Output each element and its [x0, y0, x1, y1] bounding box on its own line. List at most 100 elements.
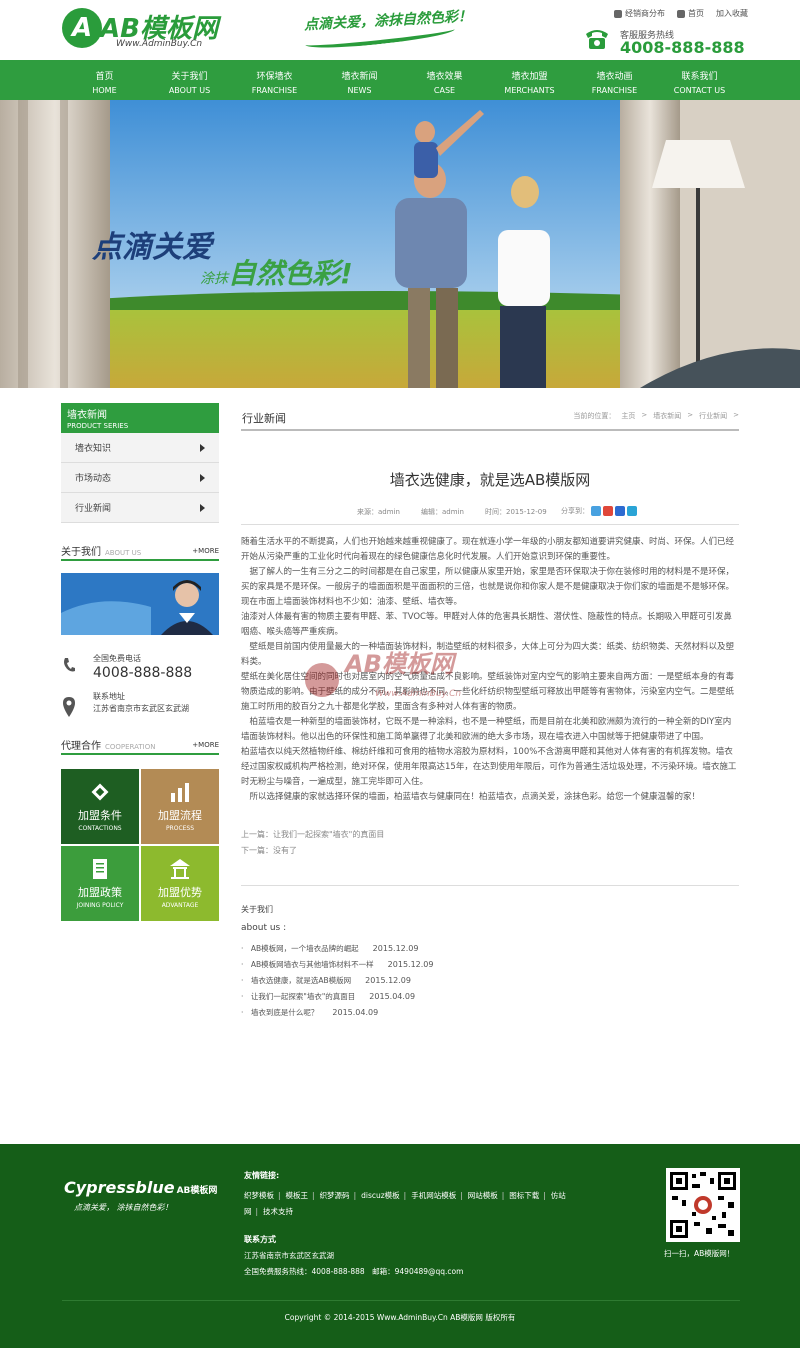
link-separator: |	[278, 1191, 281, 1200]
friend-link[interactable]: discuz模板	[361, 1191, 400, 1200]
sidebar-item-industry[interactable]: 行业新闻	[61, 493, 219, 523]
sidebar-item-label: 墙衣知识	[75, 444, 112, 454]
nav-item-franchise[interactable]: 墙衣动画 FRANCHISE	[572, 60, 657, 100]
share-tqq-icon[interactable]	[627, 506, 637, 516]
tile-label-en: ADVANTAGE	[161, 902, 199, 909]
sidebar-header: 墙衣新闻 PRODUCT SERIES	[61, 403, 219, 433]
nav-label: 联系我们	[681, 72, 718, 82]
copyright: Copyright © 2014-2015 Www.AdminBuy.Cn AB…	[284, 1313, 516, 1322]
friend-link[interactable]: 手机网站模板	[411, 1191, 456, 1200]
friend-link[interactable]: 网站模板	[468, 1191, 498, 1200]
nav-item-franchise[interactable]: 环保墙衣 FRANCHISE	[232, 60, 317, 100]
link-separator: |	[403, 1191, 407, 1200]
banner-text-big: 自然色彩!	[228, 257, 353, 290]
related-item[interactable]: · 让我们一起探索"墙衣"的真面目 2015.04.09	[241, 989, 739, 1005]
section-title: 行业新闻	[242, 412, 286, 425]
tile-label: 加盟优势	[158, 886, 202, 899]
top-link-favorite[interactable]: 加入收藏	[716, 8, 748, 19]
telephone-icon	[586, 30, 608, 49]
nav-label-en: CASE	[433, 86, 456, 95]
nav-label-en: HOME	[92, 86, 117, 95]
nav-item-about-us[interactable]: 关于我们 ABOUT US	[147, 60, 232, 100]
share-baidu-icon[interactable]	[615, 506, 625, 516]
friend-links: 织梦模板 | 模板王 | 织梦源码 | discuz模板 | 手机网站模板 | 网站模板 | 图标下载 |…	[244, 1188, 574, 1220]
footer-logo-text: Cypressblue	[64, 1178, 175, 1197]
breadcrumb-label: 当前的位置：	[573, 412, 616, 420]
tile-advantage[interactable]: 加盟优势 ADVANTAGE	[141, 846, 219, 921]
logo-url: Www.AdminBuy.Cn	[116, 39, 203, 49]
top-links: 经销商分布 首页 加入收藏	[614, 8, 748, 19]
tile-label-en: CONTACTIONS	[78, 825, 122, 832]
hotline-number: 4008-888-888	[620, 38, 745, 57]
banner-text-small: 涂抹	[200, 271, 228, 287]
friend-links-title: 友情链接:	[244, 1171, 280, 1180]
related-item-date: 2015.04.09	[369, 992, 416, 1001]
breadcrumb-home[interactable]: 主页	[621, 411, 635, 421]
nav-item-news[interactable]: 墙衣新闻 NEWS	[317, 60, 402, 100]
watermark-logo-icon	[305, 663, 339, 697]
related-item[interactable]: · AB模板网墙衣与其他墙饰材料不一样 2015.12.09	[241, 957, 739, 973]
site-footer: Cypressblue AB模板网 点滴关爱， 涂抹自然色彩！ 友情链接: 织梦模…	[0, 1144, 800, 1348]
breadcrumb-sep: >	[733, 411, 739, 419]
tile-label-en: PROCESS	[165, 825, 195, 832]
share-qzone-icon[interactable]	[591, 506, 601, 516]
nav-item-merchants[interactable]: 墙衣加盟 MERCHANTS	[487, 60, 572, 100]
friend-link[interactable]: 织梦源码	[320, 1191, 350, 1200]
related-item-date: 2015.12.09	[365, 976, 411, 985]
bullet: ·	[241, 944, 251, 953]
about-section-header: 关于我们 ABOUT US +MORE	[61, 543, 219, 561]
sidebar-item-market[interactable]: 市场动态	[61, 463, 219, 493]
nav-item-contact-us[interactable]: 联系我们 CONTACT US	[657, 60, 742, 100]
share-weibo-icon[interactable]	[603, 506, 613, 516]
tile-process[interactable]: 加盟流程 PROCESS	[141, 769, 219, 844]
nav-label: 墙衣效果	[426, 72, 463, 82]
bullet: ·	[241, 1008, 251, 1017]
prev-article-link[interactable]: 上一篇：让我们一起探索"墙衣"的真面目	[241, 827, 739, 843]
nav-label-en: FRANCHISE	[591, 86, 638, 95]
related-item[interactable]: · 墙衣选健康，就是选AB模版网 2015.12.09	[241, 973, 739, 989]
pavilion-icon	[170, 859, 190, 879]
watermark-text: AB模板网	[345, 650, 454, 678]
top-link-dealers[interactable]: 经销商分布	[614, 8, 665, 19]
user-icon	[614, 9, 622, 18]
tile-policy[interactable]: 加盟政策 JOINING POLICY	[61, 846, 139, 921]
related-item-date: 2015.12.09	[372, 944, 419, 953]
main-nav: 首页 HOME 关于我们 ABOUT US 环保墙衣 FRANCHISE 墙衣新闻 NEWS 墙…	[0, 60, 800, 100]
sidebar-item-label: 市场动态	[75, 474, 112, 484]
nav-item-home[interactable]: 首页 HOME	[62, 60, 147, 100]
banner-text-line1: 点滴关爱	[92, 230, 212, 265]
article-editor: 编辑：admin	[421, 508, 464, 516]
related-item-title: AB模板网，一个墙衣品牌的崛起	[250, 944, 359, 953]
link-separator: |	[353, 1191, 357, 1200]
contact-address: 江苏省南京市玄武区玄武湖	[93, 704, 189, 713]
footer-logo: Cypressblue AB模板网	[64, 1178, 217, 1197]
sidebar: 墙衣新闻 PRODUCT SERIES 墙衣知识 市场动态 行业新闻 关于我们 A…	[61, 403, 219, 921]
site-header: A AB模板网 Www.AdminBuy.Cn 点滴关爱，涂抹自然色彩！ 经销商…	[0, 0, 800, 60]
nav-item-case[interactable]: 墙衣效果 CASE	[402, 60, 487, 100]
site-logo[interactable]: A AB模板网 Www.AdminBuy.Cn	[62, 8, 242, 52]
nav-label-en: NEWS	[347, 86, 372, 95]
about-more-link[interactable]: +MORE	[192, 547, 219, 555]
coop-more-link[interactable]: +MORE	[192, 741, 219, 749]
footer-contact-title: 联系方式	[244, 1235, 276, 1244]
nav-label: 墙衣新闻	[341, 72, 378, 82]
phone-icon	[64, 658, 75, 672]
related-item[interactable]: · AB模板网，一个墙衣品牌的崛起 2015.12.09	[241, 941, 739, 957]
link-separator: |	[501, 1191, 505, 1200]
friend-link[interactable]: 模板王	[286, 1191, 309, 1200]
top-link-home[interactable]: 首页	[677, 8, 704, 19]
article-body: 随着生活水平的不断提高，人们也开始越来越重视健康了。现在就连小学一年级的小朋友都…	[241, 535, 739, 805]
breadcrumb-industry[interactable]: 行业新闻	[699, 411, 727, 421]
related-item[interactable]: · 墙衣到底是什么呢？ 2015.04.09	[241, 1005, 739, 1021]
arrow-right-icon	[200, 473, 205, 482]
breadcrumb-news[interactable]: 墙衣新闻	[653, 411, 681, 421]
sidebar-item-knowledge[interactable]: 墙衣知识	[61, 433, 219, 463]
friend-link[interactable]: 图标下载	[509, 1191, 539, 1200]
friend-link[interactable]: 织梦模板	[244, 1191, 274, 1200]
about-title: 关于我们	[61, 547, 101, 558]
coop-section-header: 代理合作 COOPERATION +MORE	[61, 737, 219, 755]
tile-conditions[interactable]: 加盟条件 CONTACTIONS	[61, 769, 139, 844]
bullet: ·	[241, 992, 251, 1001]
next-article-link[interactable]: 下一篇：没有了	[241, 843, 739, 859]
friend-link[interactable]: 技术支持	[263, 1207, 293, 1216]
